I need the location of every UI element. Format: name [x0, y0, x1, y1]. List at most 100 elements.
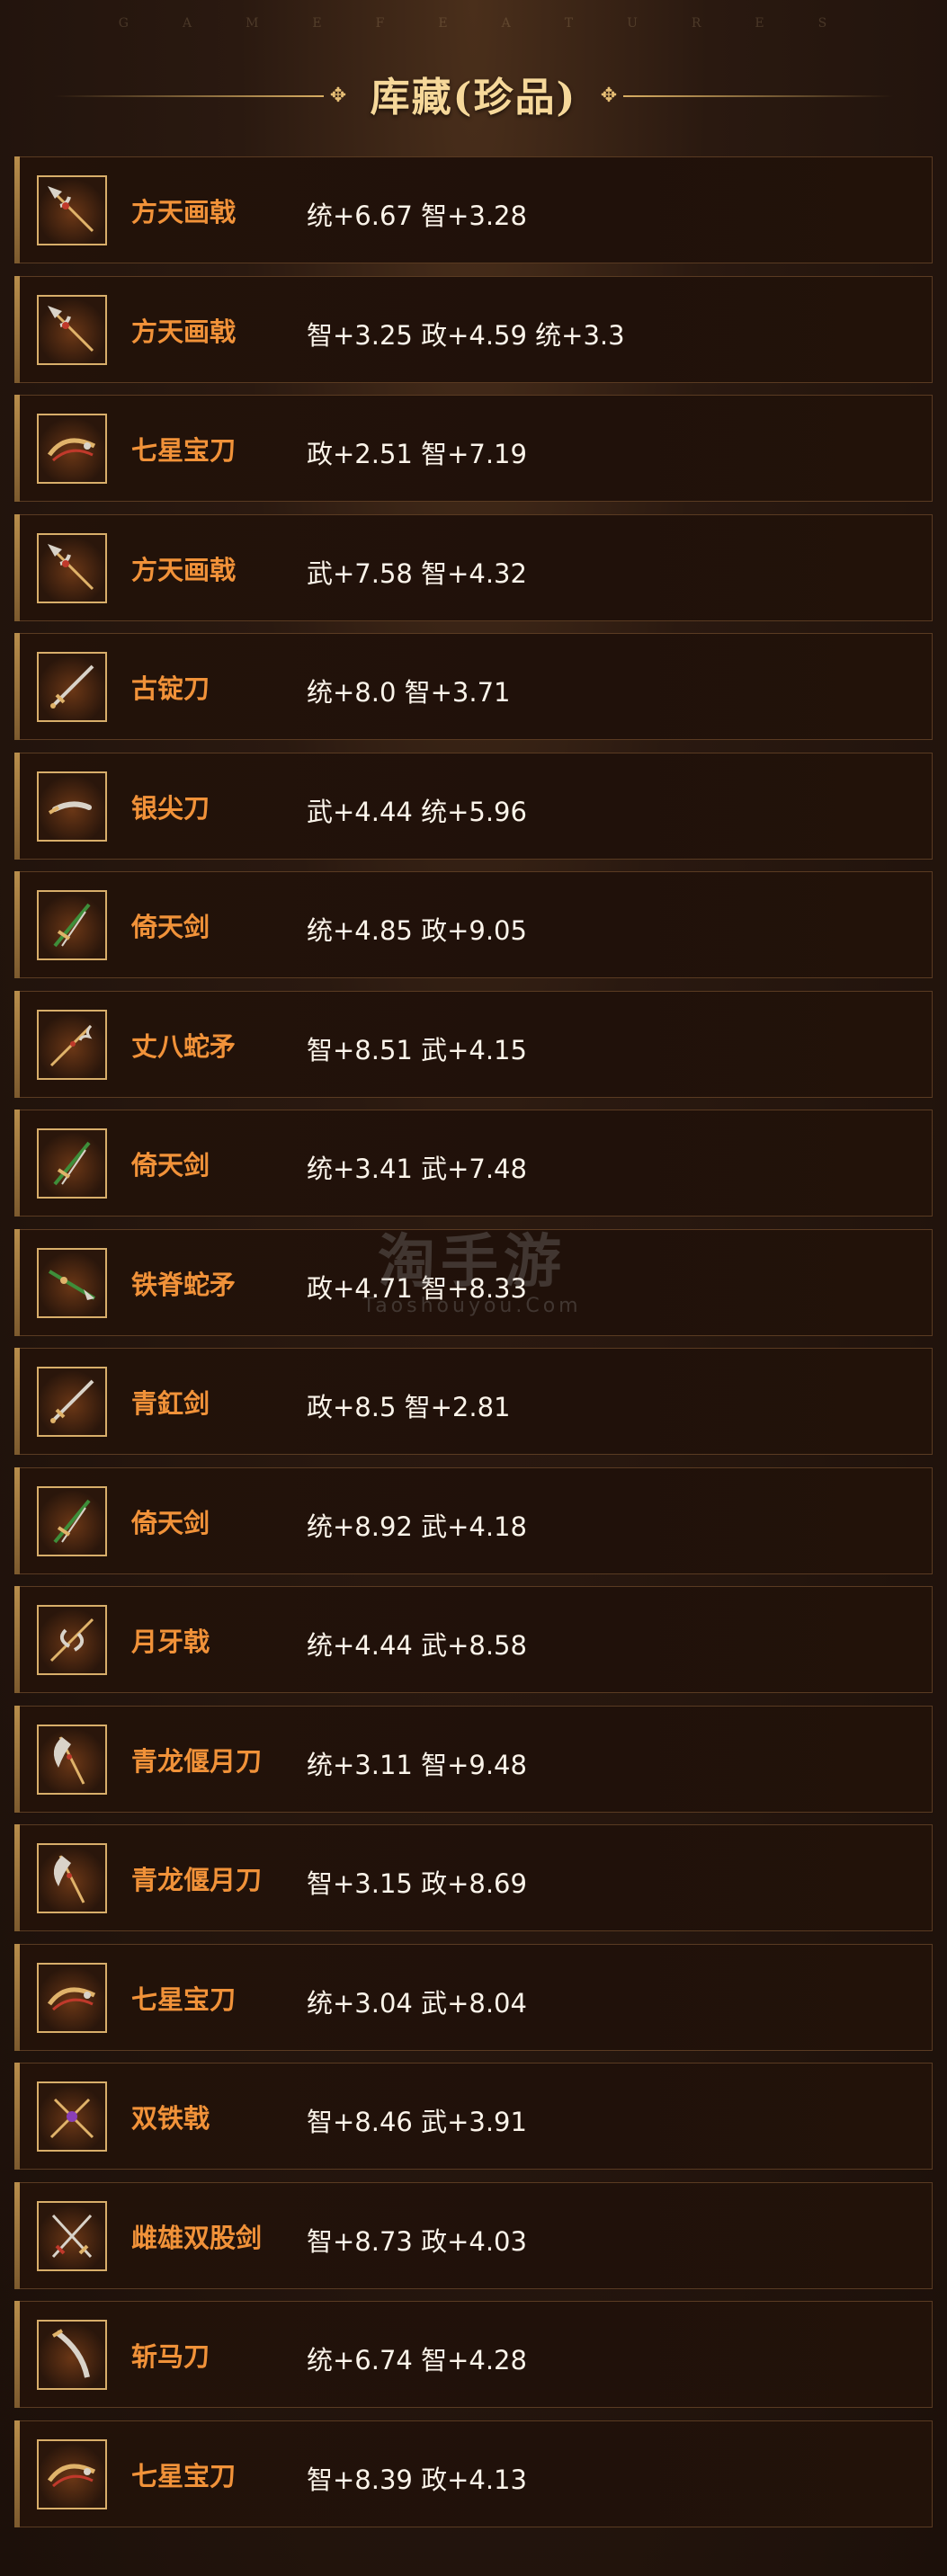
decoration-letter: R — [691, 16, 703, 31]
header-decoration-letters: GAMEFEATURES — [0, 16, 947, 31]
treasure-item[interactable]: 丈八蛇矛 智+8.51 武+4.15 — [14, 990, 933, 1098]
treasure-item[interactable]: 斩马刀 统+6.74 智+4.28 — [14, 2301, 933, 2408]
treasure-item[interactable]: 七星宝刀 智+8.39 政+4.13 — [14, 2420, 933, 2527]
green-spear-icon — [37, 1247, 107, 1318]
item-stats: 武+4.44 统+5.96 — [307, 796, 527, 827]
treasure-item[interactable]: 方天画戟 统+6.67 智+3.28 — [14, 156, 933, 263]
item-stats: 统+4.85 政+9.05 — [307, 915, 527, 946]
item-stats: 智+3.15 政+8.69 — [307, 1868, 527, 1899]
item-stats: 智+3.25 政+4.59 统+3.3 — [307, 319, 625, 351]
item-stats: 统+4.44 武+8.58 — [307, 1630, 527, 1661]
treasure-item[interactable]: 七星宝刀 统+3.04 武+8.04 — [14, 1943, 933, 2051]
halberd-icon — [37, 532, 107, 603]
item-name: 方天画戟 — [131, 197, 237, 227]
crescent-halberd-icon — [37, 1605, 107, 1675]
item-stats: 统+8.0 智+3.71 — [307, 677, 511, 708]
item-name: 双铁戟 — [131, 2103, 210, 2134]
item-name: 丈八蛇矛 — [131, 1030, 237, 1062]
section-header: ✥ 库藏(珍品) ✥ — [0, 58, 947, 129]
item-name: 倚天剑 — [131, 1150, 210, 1181]
treasure-item[interactable]: 古锭刀 统+8.0 智+3.71 — [14, 633, 933, 740]
item-name: 方天画戟 — [131, 316, 237, 347]
decoration-letter: U — [627, 16, 639, 31]
item-name: 青龙偃月刀 — [131, 1865, 263, 1895]
treasure-item[interactable]: 银尖刀 武+4.44 统+5.96 — [14, 752, 933, 860]
item-stats: 智+8.51 武+4.15 — [307, 1034, 527, 1065]
item-name: 银尖刀 — [131, 792, 210, 824]
treasure-item[interactable]: 青釭剑 政+8.5 智+2.81 — [14, 1348, 933, 1455]
item-stats: 政+2.51 智+7.19 — [307, 439, 527, 469]
twin-halberd-icon — [37, 2081, 107, 2152]
decoration-letter: E — [755, 16, 766, 31]
treasure-item[interactable]: 月牙戟 统+4.44 武+8.58 — [14, 1586, 933, 1693]
header-divider-right — [623, 95, 893, 97]
item-stats: 统+3.41 武+7.48 — [307, 1154, 527, 1184]
green-sword-icon — [37, 1485, 107, 1556]
green-sword-icon — [37, 890, 107, 960]
item-name: 七星宝刀 — [131, 1983, 237, 2015]
item-name: 月牙戟 — [131, 1627, 210, 1657]
item-stats: 统+6.67 智+3.28 — [307, 201, 527, 231]
knife-icon — [37, 771, 107, 842]
decoration-letter: T — [564, 16, 576, 31]
halberd-icon — [37, 175, 107, 245]
serpent-spear-icon — [37, 1009, 107, 1080]
decoration-letter: E — [312, 16, 324, 31]
treasure-list: 方天画戟 统+6.67 智+3.28 方天画戟 智+3.25 政+4.59 统+3.3… — [14, 156, 933, 2539]
item-stats: 智+8.46 武+3.91 — [307, 2107, 527, 2137]
treasure-item[interactable]: 双铁戟 智+8.46 武+3.91 — [14, 2063, 933, 2170]
treasure-item[interactable]: 方天画戟 智+3.25 政+4.59 统+3.3 — [14, 275, 933, 383]
item-name: 方天画戟 — [131, 554, 237, 585]
treasure-item[interactable]: 青龙偃月刀 统+3.11 智+9.48 — [14, 1705, 933, 1813]
item-stats: 统+3.11 智+9.48 — [307, 1749, 527, 1780]
saber-icon — [37, 2320, 107, 2390]
sword-icon — [37, 1367, 107, 1437]
decoration-letter: G — [118, 16, 130, 31]
ornament-icon: ✥ — [329, 85, 347, 107]
glaive-icon — [37, 1843, 107, 1913]
item-stats: 统+8.92 武+4.18 — [307, 1511, 527, 1542]
header-divider-left — [54, 95, 324, 97]
item-stats: 智+8.39 政+4.13 — [307, 2464, 527, 2495]
treasure-item[interactable]: 七星宝刀 政+2.51 智+7.19 — [14, 395, 933, 502]
item-name: 七星宝刀 — [131, 2460, 237, 2491]
item-stats: 政+8.5 智+2.81 — [307, 1392, 511, 1422]
dragon-blade-icon — [37, 1962, 107, 2033]
green-sword-icon — [37, 1128, 107, 1199]
item-name: 青釭剑 — [131, 1388, 210, 1419]
item-name: 铁脊蛇矛 — [131, 1269, 237, 1300]
treasure-item[interactable]: 雌雄双股剑 智+8.73 政+4.03 — [14, 2181, 933, 2289]
item-name: 雌雄双股剑 — [131, 2222, 263, 2253]
decoration-letter: E — [438, 16, 450, 31]
decoration-letter: A — [182, 16, 194, 31]
page-title: 库藏(珍品) — [370, 75, 577, 120]
treasure-item[interactable]: 倚天剑 统+3.41 武+7.48 — [14, 1110, 933, 1217]
treasure-item[interactable]: 铁脊蛇矛 政+4.71 智+8.33 — [14, 1228, 933, 1336]
treasure-item[interactable]: 倚天剑 统+4.85 政+9.05 — [14, 871, 933, 978]
item-stats: 统+3.04 武+8.04 — [307, 1987, 527, 2019]
treasure-item[interactable]: 倚天剑 统+8.92 武+4.18 — [14, 1466, 933, 1574]
dragon-blade-icon — [37, 414, 107, 484]
item-name: 七星宝刀 — [131, 435, 237, 466]
item-name: 青龙偃月刀 — [131, 1745, 263, 1777]
dragon-blade-icon — [37, 2438, 107, 2509]
sword-icon — [37, 652, 107, 722]
item-stats: 政+4.71 智+8.33 — [307, 1272, 527, 1304]
item-name: 古锭刀 — [131, 673, 210, 704]
decoration-letter: A — [501, 16, 513, 31]
item-stats: 智+8.73 政+4.03 — [307, 2225, 527, 2257]
decoration-letter: S — [817, 16, 829, 31]
treasure-item[interactable]: 青龙偃月刀 智+3.15 政+8.69 — [14, 1824, 933, 1931]
item-stats: 统+6.74 智+4.28 — [307, 2345, 527, 2375]
item-name: 倚天剑 — [131, 912, 210, 942]
twin-swords-icon — [37, 2200, 107, 2271]
treasure-item[interactable]: 方天画戟 武+7.58 智+4.32 — [14, 513, 933, 621]
item-stats: 武+7.58 智+4.32 — [307, 557, 527, 589]
decoration-letter: F — [375, 16, 387, 31]
halberd-icon — [37, 294, 107, 365]
item-name: 斩马刀 — [131, 2341, 210, 2372]
decoration-letter: M — [246, 16, 261, 31]
ornament-icon: ✥ — [600, 85, 618, 107]
item-name: 倚天剑 — [131, 1507, 210, 1538]
glaive-icon — [37, 1724, 107, 1795]
